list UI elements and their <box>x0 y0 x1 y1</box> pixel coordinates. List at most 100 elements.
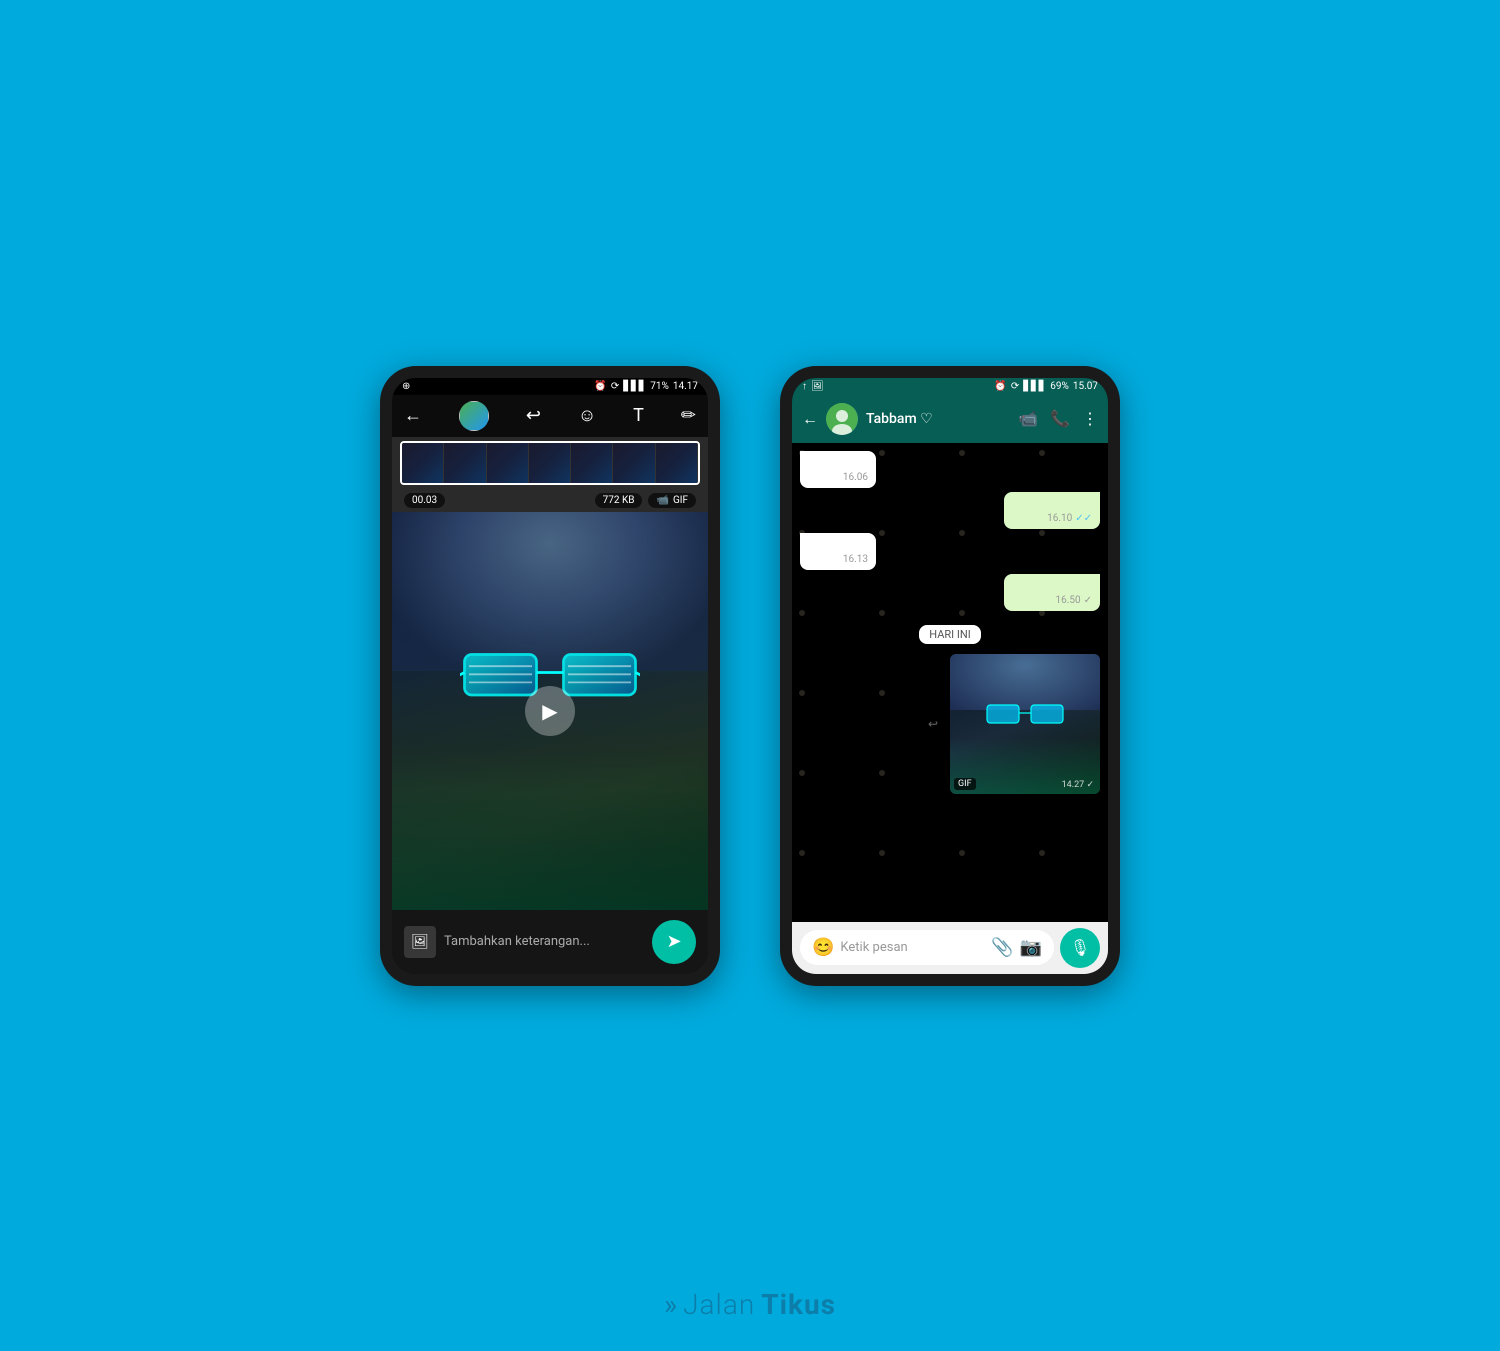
bubble-received-1606: 16.06 <box>800 451 876 488</box>
bubble-sent-1610: 16.10 ✓✓ <box>1004 492 1100 529</box>
emoji-button[interactable]: ☺ <box>578 405 596 426</box>
size-badges: 772 KB 📹 GIF <box>595 493 696 508</box>
caption-icon: 🖼 <box>404 926 436 958</box>
avatar-image <box>826 403 858 435</box>
left-status-right: ⏰ ⟳ ▋▋▋ 71% 14.17 <box>594 381 698 392</box>
gif-badge: 📹 GIF <box>648 493 696 508</box>
left-status-bar: ⊕ ⏰ ⟳ ▋▋▋ 71% 14.17 <box>392 378 708 395</box>
draw-button[interactable]: ✏ <box>681 405 696 426</box>
watermark-text-jalan: Jalan <box>683 1288 755 1321</box>
single-tick: ✓ <box>1084 595 1092 606</box>
time-display: 14.17 <box>673 381 698 392</box>
attach-icon[interactable]: 📎 <box>991 937 1013 958</box>
left-status-left: ⊕ <box>402 381 410 392</box>
video-preview[interactable]: ▶ <box>392 512 708 910</box>
right-wifi-icon: ⟳ <box>1011 381 1019 392</box>
empty-content <box>808 538 868 554</box>
whatsapp-icon: ⊕ <box>402 381 410 392</box>
right-phone-screen: ↑ 🖼 ⏰ ⟳ ▋▋▋ 69% 15.07 ← <box>792 378 1108 974</box>
send-button[interactable]: ➤ <box>652 920 696 964</box>
video-meta: 00.03 772 KB 📹 GIF <box>392 489 708 512</box>
chat-back-button[interactable]: ← <box>802 409 818 429</box>
empty-content <box>1012 579 1092 595</box>
reply-icon[interactable]: ↩ <box>920 711 946 737</box>
time-text: 16.13 <box>843 554 868 565</box>
right-status-right: ⏰ ⟳ ▋▋▋ 69% 15.07 <box>994 381 1098 392</box>
caption-input[interactable]: Tambahkan keterangan... <box>444 934 644 949</box>
time-text: 16.06 <box>843 472 868 483</box>
watermark-text-tikus: Tikus <box>761 1288 836 1321</box>
filmstrip-frame-2 <box>444 443 486 483</box>
chat-header: ← Tabbam ♡ 📹 📞 ⋮ <box>792 395 1108 443</box>
left-phone: ⊕ ⏰ ⟳ ▋▋▋ 71% 14.17 ← ↩ ☺ T <box>380 366 720 986</box>
mic-icon: 🎙 <box>1070 938 1090 957</box>
double-tick-blue: ✓✓ <box>1075 513 1092 524</box>
back-button[interactable]: ← <box>404 405 422 426</box>
mic-button[interactable]: 🎙 <box>1060 928 1100 968</box>
time-text: 16.10 <box>1047 513 1072 524</box>
right-status-bar: ↑ 🖼 ⏰ ⟳ ▋▋▋ 69% 15.07 <box>792 378 1108 395</box>
alarm-icon: ⏰ <box>594 381 606 392</box>
video-editor: ← ↩ ☺ T ✏ <box>392 395 708 974</box>
text-button[interactable]: T <box>633 405 644 426</box>
gif-label-badge: GIF <box>954 778 976 790</box>
date-badge: HARI INI <box>919 625 980 644</box>
image-icon: 🖼 <box>811 381 824 392</box>
camera-input-icon[interactable]: 📷 <box>1020 937 1042 958</box>
bubble-received-1613: 16.13 <box>800 533 876 570</box>
right-time-display: 15.07 <box>1073 381 1098 392</box>
time-1650: 16.50 ✓ <box>1012 595 1092 606</box>
up-arrow-icon: ↑ <box>802 381 807 392</box>
left-phone-screen: ⊕ ⏰ ⟳ ▋▋▋ 71% 14.17 ← ↩ ☺ T <box>392 378 708 974</box>
filmstrip <box>400 441 700 485</box>
message-received-1613: 16.13 <box>800 533 876 570</box>
filmstrip-frame-7 <box>656 443 698 483</box>
empty-content <box>808 456 868 472</box>
mini-glasses <box>985 697 1065 732</box>
filmstrip-frame-4 <box>529 443 571 483</box>
gif-bubble: GIF 14.27 ✓ <box>950 654 1100 794</box>
watermark-logo: » Jalan Tikus <box>664 1288 836 1321</box>
filmstrip-frame-5 <box>571 443 613 483</box>
emoji-input-icon[interactable]: 😊 <box>812 937 834 958</box>
message-received-1606: 16.06 <box>800 451 876 488</box>
call-button[interactable]: 📞 <box>1050 409 1070 428</box>
bubble-sent-1650: 16.50 ✓ <box>1004 574 1100 611</box>
message-input[interactable]: Ketik pesan <box>840 940 985 955</box>
chat-messages: 16.06 16.10 ✓✓ <box>792 443 1108 922</box>
right-status-left: ↑ 🖼 <box>802 381 824 392</box>
chat-input-bar: 😊 Ketik pesan 📎 📷 🎙 <box>792 922 1108 974</box>
filmstrip-frame-6 <box>613 443 655 483</box>
editor-toolbar: ← ↩ ☺ T ✏ <box>392 395 708 437</box>
gif-preview <box>950 654 1100 794</box>
battery-pct: 71% <box>650 381 669 392</box>
time-1606: 16.06 <box>808 472 868 483</box>
neon-glow <box>392 750 708 909</box>
message-sent-1610: 16.10 ✓✓ <box>1004 492 1100 529</box>
reply-container: ↩ <box>950 654 1100 794</box>
video-cam-icon: 📹 <box>656 495 668 506</box>
filmstrip-frame-3 <box>487 443 529 483</box>
watermark-chevron-icon: » <box>664 1288 677 1321</box>
right-signal-icon: ▋▋▋ <box>1023 381 1046 392</box>
play-button[interactable]: ▶ <box>525 686 575 736</box>
undo-button[interactable]: ↩ <box>526 405 541 426</box>
wifi-icon: ⟳ <box>611 381 619 392</box>
video-call-button[interactable]: 📹 <box>1018 409 1038 428</box>
gif-label: GIF <box>673 495 688 506</box>
gif-time: 14.27 ✓ <box>1062 780 1094 790</box>
gif-message: ↩ <box>950 654 1100 794</box>
header-actions: 📹 📞 ⋮ <box>1018 409 1098 428</box>
empty-content <box>1012 497 1092 513</box>
contact-info: Tabbam ♡ <box>866 411 1010 427</box>
message-input-area[interactable]: 😊 Ketik pesan 📎 📷 <box>800 930 1054 965</box>
right-phone: ↑ 🖼 ⏰ ⟳ ▋▋▋ 69% 15.07 ← <box>780 366 1120 986</box>
more-options-button[interactable]: ⋮ <box>1082 409 1098 428</box>
time-1610: 16.10 ✓✓ <box>1012 513 1092 524</box>
right-battery-pct: 69% <box>1050 381 1069 392</box>
contact-name: Tabbam ♡ <box>866 411 1010 427</box>
editor-caption: 🖼 Tambahkan keterangan... ➤ <box>392 910 708 974</box>
thumbnail-icon <box>459 401 489 431</box>
filmstrip-frame-1 <box>402 443 444 483</box>
watermark: » Jalan Tikus <box>664 1288 836 1321</box>
